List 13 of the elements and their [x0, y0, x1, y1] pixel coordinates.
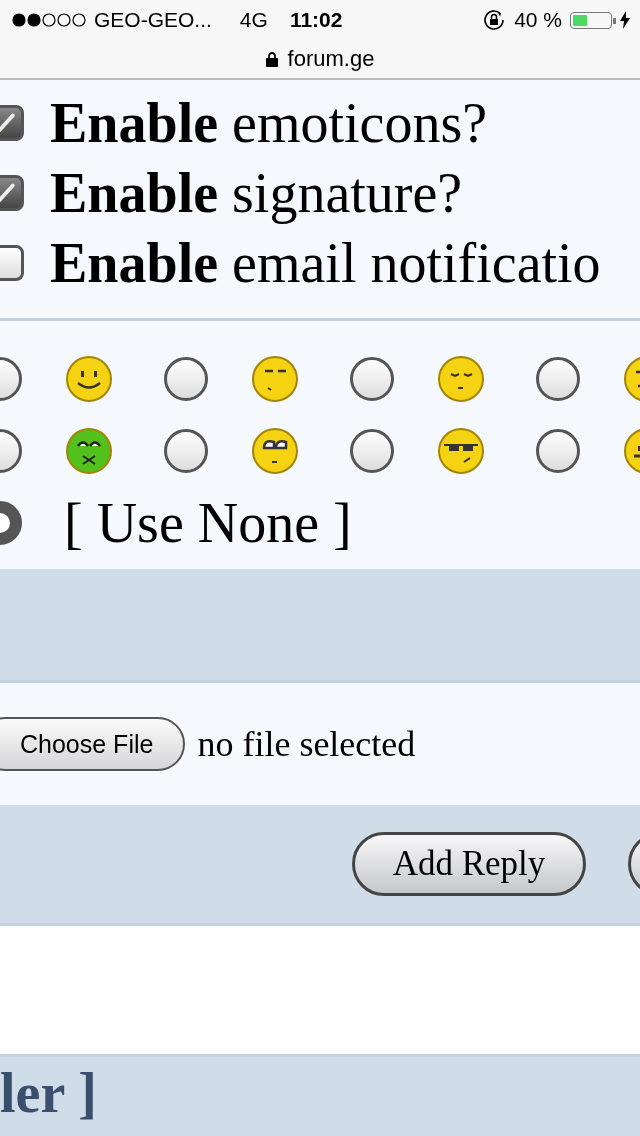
clock-time: 11:02: [289, 8, 343, 32]
option-label: Enable signature?: [50, 161, 463, 225]
battery-percent: 40 %: [514, 8, 562, 32]
option-label: Enable email notificatio: [50, 231, 601, 295]
add-reply-button[interactable]: Add Reply: [352, 832, 586, 896]
footer-link[interactable]: ler ]: [0, 1063, 97, 1136]
network-type: 4G: [239, 8, 268, 32]
carrier-name: GEO-GEO...: [94, 8, 212, 32]
choose-file-button[interactable]: Choose File: [0, 717, 186, 771]
option-label: Enable emoticons?: [50, 91, 488, 155]
url-text[interactable]: forum.ge: [287, 46, 375, 72]
use-none-label: [ Use None ]: [64, 491, 352, 555]
file-status: no file selected: [197, 723, 416, 765]
